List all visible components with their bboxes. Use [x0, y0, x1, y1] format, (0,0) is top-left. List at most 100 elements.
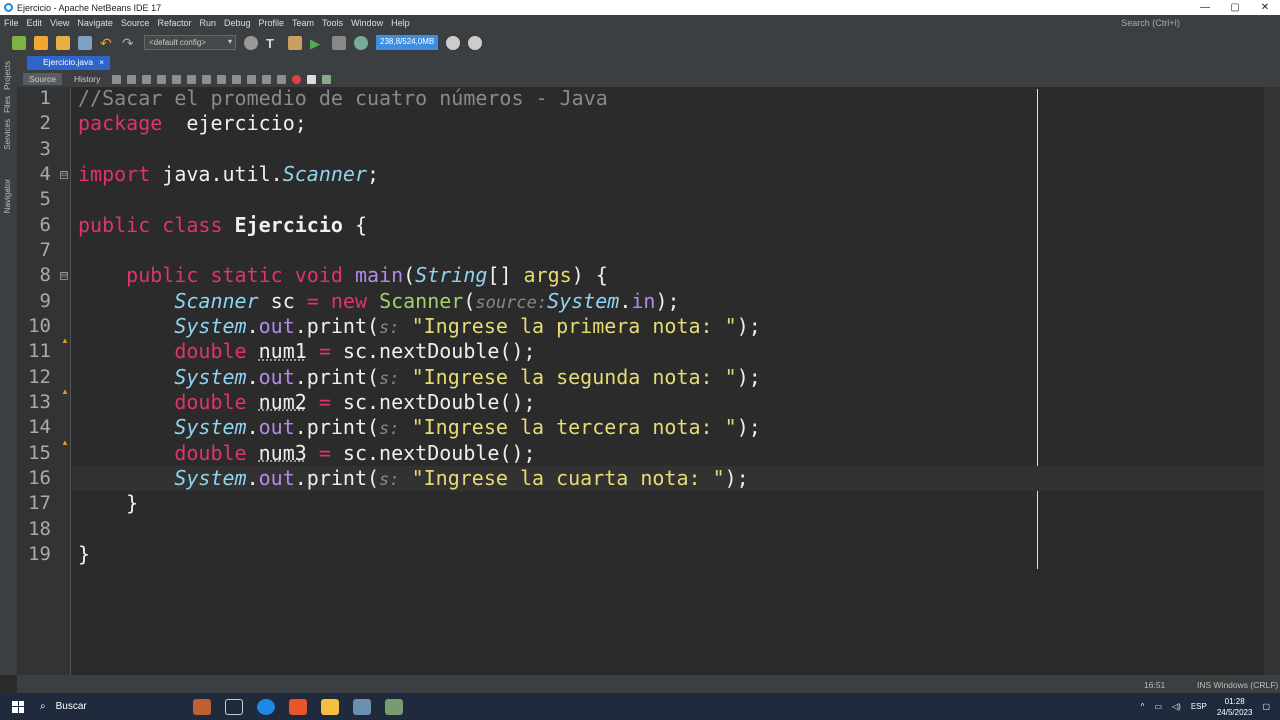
tab-source[interactable]: Source — [23, 73, 62, 85]
code-line[interactable]: System.out.print(s: "Ingrese la tercera … — [78, 415, 760, 440]
code-line[interactable]: double num1 = sc.nextDouble(); — [78, 339, 535, 364]
maximize-button[interactable]: ▢ — [1220, 2, 1250, 13]
stop-macro-icon[interactable] — [307, 74, 317, 84]
warning-icon[interactable]: ▲ — [61, 336, 69, 345]
minimize-button[interactable]: — — [1190, 2, 1220, 13]
code-line[interactable]: System.out.print(s: "Ingrese la primera … — [78, 313, 760, 339]
search-field[interactable]: Search (Ctrl+I) — [1121, 18, 1180, 28]
menu-source[interactable]: Source — [121, 18, 150, 28]
find-prev-icon[interactable] — [172, 74, 182, 84]
new-project-icon[interactable] — [34, 35, 48, 50]
memory-indicator[interactable]: 238,8/524,0MB — [376, 35, 439, 50]
config-select[interactable]: <default config> — [144, 35, 236, 50]
side-tab-files[interactable]: Files — [3, 96, 12, 113]
back-icon[interactable] — [127, 74, 137, 84]
find-icon[interactable] — [157, 74, 167, 84]
code-token: out — [258, 313, 295, 338]
save-all-icon[interactable] — [78, 35, 92, 50]
windows-start-icon[interactable] — [12, 700, 24, 713]
last-edit-icon[interactable] — [112, 74, 122, 84]
menu-window[interactable]: Window — [351, 18, 383, 28]
warning-icon[interactable]: ▲ — [61, 387, 69, 396]
volume-icon[interactable]: ◁) — [1172, 702, 1181, 711]
code-line[interactable]: double num3 = sc.nextDouble(); — [78, 441, 535, 466]
new-file-icon[interactable] — [12, 35, 26, 50]
shift-right-icon[interactable] — [277, 74, 287, 84]
file-explorer-icon[interactable] — [321, 698, 339, 715]
code-token: s: — [379, 317, 400, 338]
menu-debug[interactable]: Debug — [224, 18, 251, 28]
code-editor[interactable]: //Sacar el promedio de cuatro números - … — [72, 86, 1264, 675]
code-token: num2 — [258, 389, 307, 414]
netbeans-taskbar-icon[interactable] — [353, 698, 371, 715]
app-taskbar-icon[interactable] — [385, 698, 403, 715]
forward-icon[interactable] — [142, 74, 152, 84]
gc-icon[interactable] — [446, 35, 461, 50]
redo-icon[interactable]: ↷ — [122, 36, 136, 50]
chevron-up-icon[interactable]: ^ — [1141, 702, 1145, 711]
profile-icon[interactable] — [354, 35, 368, 50]
clock[interactable]: 01:28 24/5/2023 — [1217, 696, 1253, 718]
window-title: Ejercicio - Apache NetBeans IDE 17 — [17, 2, 162, 13]
edge-icon[interactable] — [257, 698, 275, 715]
fold-icon[interactable]: ⊟ — [60, 272, 68, 281]
run-icon[interactable]: ▶ — [310, 36, 324, 51]
tab-history[interactable]: History — [68, 73, 106, 85]
warning-icon[interactable]: ▲ — [61, 438, 69, 447]
code-token: import — [78, 161, 151, 186]
menu-run[interactable]: Run — [199, 18, 216, 28]
toggle-bookmark-icon[interactable] — [247, 74, 257, 84]
notifications-icon[interactable]: ▢ — [1262, 702, 1270, 711]
clean-build-icon[interactable] — [288, 35, 302, 50]
code-line[interactable]: //Sacar el promedio de cuatro números - … — [78, 86, 608, 111]
code-line[interactable]: public static void main(String[] args) { — [78, 263, 608, 288]
side-tab-services[interactable]: Services — [3, 119, 12, 150]
code-line[interactable]: package ejercicio; — [78, 111, 307, 136]
code-line[interactable]: double num2 = sc.nextDouble(); — [78, 389, 535, 415]
open-project-icon[interactable] — [56, 35, 70, 50]
menu-navigate[interactable]: Navigate — [77, 18, 113, 28]
comment-icon[interactable] — [322, 74, 332, 84]
next-bookmark-icon[interactable] — [232, 74, 242, 84]
code-line[interactable]: Scanner sc = new Scanner(source:System.i… — [78, 288, 679, 314]
side-tab-navigator[interactable]: Navigator — [3, 179, 12, 213]
shift-left-icon[interactable] — [262, 74, 272, 84]
build-icon[interactable]: T — [266, 36, 280, 51]
fold-icon[interactable]: ⊟ — [60, 170, 68, 179]
side-tab-projects[interactable]: Projects — [3, 61, 12, 90]
network-icon[interactable]: ▭ — [1154, 702, 1162, 711]
close-tab-icon[interactable]: × — [99, 57, 104, 67]
task-view-icon[interactable] — [225, 698, 243, 715]
debug-icon[interactable] — [332, 35, 346, 50]
error-stripe[interactable] — [1264, 87, 1280, 675]
globe-icon[interactable] — [244, 35, 258, 50]
file-tab-ejercicio[interactable]: Ejercicio.java × — [27, 56, 111, 70]
code-line[interactable]: public class Ejercicio { — [78, 213, 367, 238]
menu-profile[interactable]: Profile — [259, 18, 285, 28]
find-next-icon[interactable] — [187, 74, 197, 84]
code-line[interactable]: System.out.print(s: "Ingrese la segunda … — [78, 365, 760, 390]
menu-file[interactable]: File — [4, 18, 19, 28]
menu-help[interactable]: Help — [391, 18, 410, 28]
brave-icon[interactable] — [289, 698, 307, 715]
record-macro-icon[interactable] — [292, 74, 302, 84]
prev-bookmark-icon[interactable] — [217, 74, 227, 84]
code-token: Scanner — [379, 288, 464, 313]
menu-tools[interactable]: Tools — [322, 18, 343, 28]
gc-icon-2[interactable] — [468, 35, 483, 50]
taskbar-search[interactable]: ⌕ Buscar — [36, 701, 186, 712]
code-line[interactable]: } — [78, 491, 138, 516]
code-line[interactable]: System.out.print(s: "Ingrese la cuarta n… — [78, 466, 748, 491]
code-token: = — [306, 288, 319, 313]
menu-refactor[interactable]: Refactor — [157, 18, 191, 28]
language-indicator[interactable]: ESP — [1191, 702, 1207, 711]
code-line[interactable]: } — [78, 542, 90, 567]
close-button[interactable]: ✕ — [1250, 2, 1280, 13]
menu-edit[interactable]: Edit — [27, 18, 43, 28]
code-line[interactable]: import java.util.Scanner; — [78, 162, 379, 187]
toggle-highlight-icon[interactable] — [202, 74, 212, 84]
menu-view[interactable]: View — [50, 18, 69, 28]
undo-icon[interactable]: ↶ — [100, 36, 114, 50]
menu-team[interactable]: Team — [292, 18, 314, 28]
